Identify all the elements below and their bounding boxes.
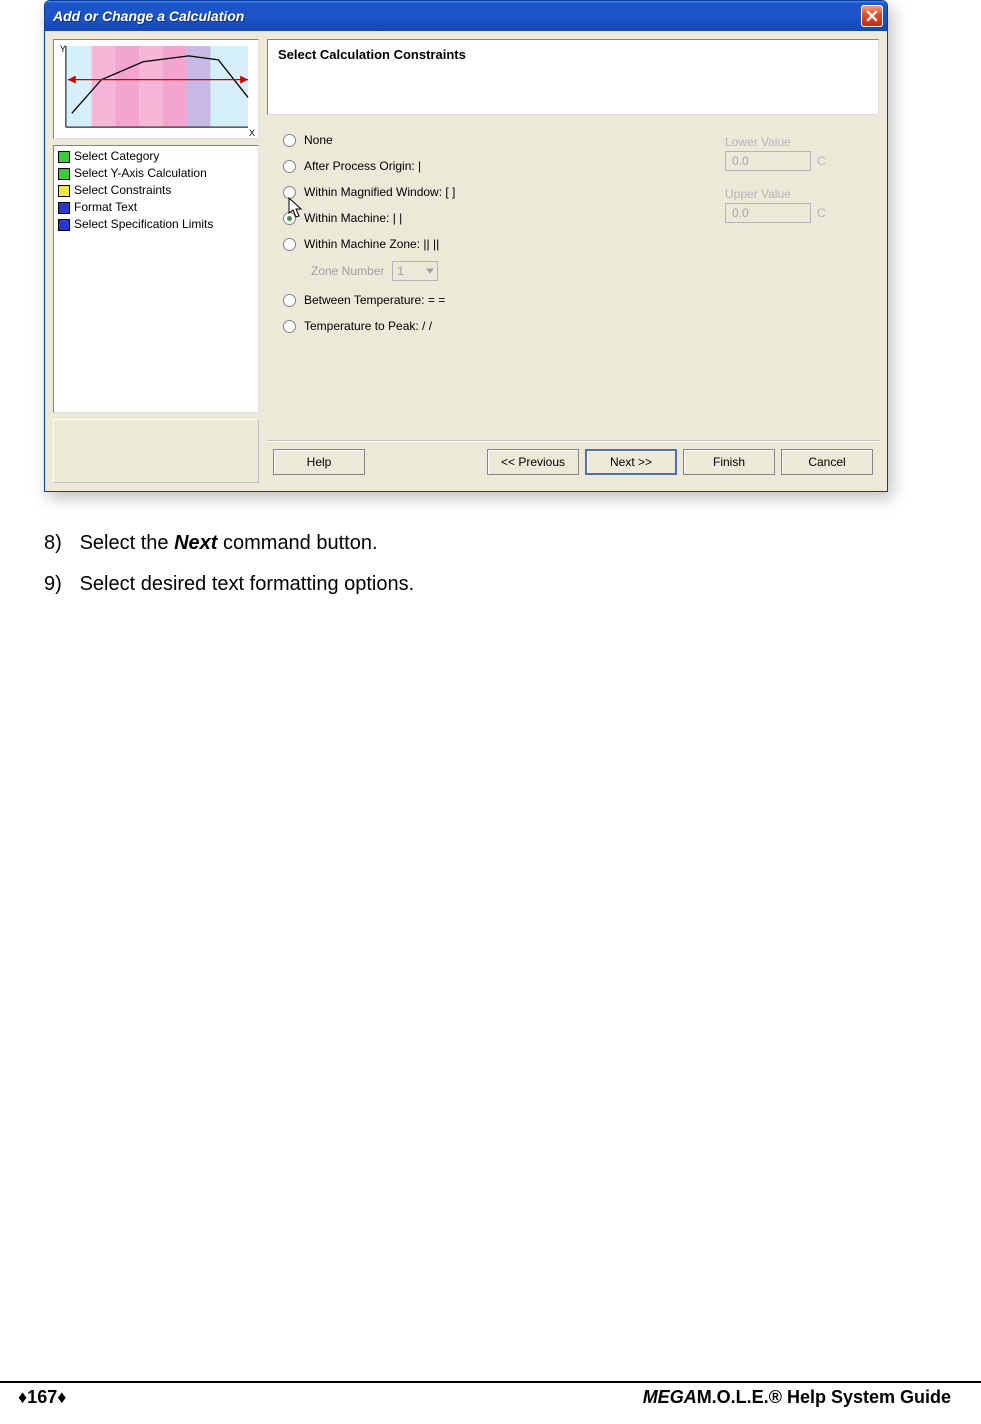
upper-value-input[interactable]: 0.0 [725,203,811,223]
lower-value-group: Lower Value 0.0 C [725,135,855,171]
radio-label: Within Magnified Window: [ ] [304,185,455,199]
step-9: 9) Select desired text formatting option… [44,569,951,600]
dialog-window: Add or Change a Calculation [44,0,888,492]
constraints-form: None After Process Origin: | Within Magn… [267,115,879,440]
radio-icon [283,134,296,147]
panel-heading: Select Calculation Constraints [278,47,466,62]
radio-label: After Process Origin: | [304,159,421,173]
radio-icon [283,160,296,173]
wizard-steps-list: Select Category Select Y-Axis Calculatio… [53,145,259,413]
upper-unit: C [817,206,826,220]
step-item[interactable]: Select Category [56,148,256,165]
step-color-icon [58,219,70,231]
radio-icon [283,320,296,333]
page-number: ♦167♦ [18,1387,66,1408]
finish-button[interactable]: Finish [683,449,775,475]
radio-icon [283,212,296,225]
radio-icon [283,238,296,251]
step-color-icon [58,202,70,214]
description-panel [53,419,259,483]
radio-label: None [304,133,333,147]
dialog-title: Add or Change a Calculation [53,8,861,24]
upper-value-group: Upper Value 0.0 C [725,187,855,223]
heading-panel: Select Calculation Constraints [267,39,879,115]
radio-label: Temperature to Peak: / / [304,319,432,333]
guide-title: MEGAM.O.L.E.® Help System Guide [643,1387,951,1408]
lower-value-input[interactable]: 0.0 [725,151,811,171]
step-item[interactable]: Format Text [56,199,256,216]
next-button[interactable]: Next >> [585,449,677,475]
svg-text:X: X [249,128,255,138]
radio-icon [283,294,296,307]
wizard-button-row: Help << Previous Next >> Finish Cancel [267,440,879,483]
svg-text:Y: Y [60,44,66,54]
radio-icon [283,186,296,199]
zone-number-select[interactable]: 1 [392,261,438,281]
radio-between-temp[interactable]: Between Temperature: = = [283,291,863,309]
step-8: 8) Select the Next command button. [44,528,951,559]
chart-preview: Y X [53,39,259,139]
next-label-bold: Next [174,532,217,554]
document-text: 8) Select the Next command button. 9) Se… [44,528,951,600]
step-item[interactable]: Select Specification Limits [56,216,256,233]
step-label: Select Constraints [74,182,171,199]
step-item[interactable]: Select Constraints [56,182,256,199]
step-label: Select Y-Axis Calculation [74,165,207,182]
step-label: Select Specification Limits [74,216,213,233]
zone-number-row: Zone Number 1 [311,261,863,281]
help-button[interactable]: Help [273,449,365,475]
radio-label: Within Machine Zone: || || [304,237,439,251]
step-color-icon [58,168,70,180]
cancel-button[interactable]: Cancel [781,449,873,475]
close-button[interactable] [861,5,883,27]
zone-label: Zone Number [311,264,384,278]
radio-label: Within Machine: | | [304,211,402,225]
step-color-icon [58,185,70,197]
close-icon [866,10,878,22]
radio-within-zone[interactable]: Within Machine Zone: || || [283,235,863,253]
previous-button[interactable]: << Previous [487,449,579,475]
step-label: Select Category [74,148,159,165]
step-label: Format Text [74,199,137,216]
radio-label: Between Temperature: = = [304,293,445,307]
radio-temp-to-peak[interactable]: Temperature to Peak: / / [283,317,863,335]
lower-unit: C [817,154,826,168]
step-item[interactable]: Select Y-Axis Calculation [56,165,256,182]
titlebar: Add or Change a Calculation [45,1,887,31]
lower-value-label: Lower Value [725,135,855,149]
page-footer: ♦167♦ MEGAM.O.L.E.® Help System Guide [0,1381,981,1408]
step-color-icon [58,151,70,163]
upper-value-label: Upper Value [725,187,855,201]
